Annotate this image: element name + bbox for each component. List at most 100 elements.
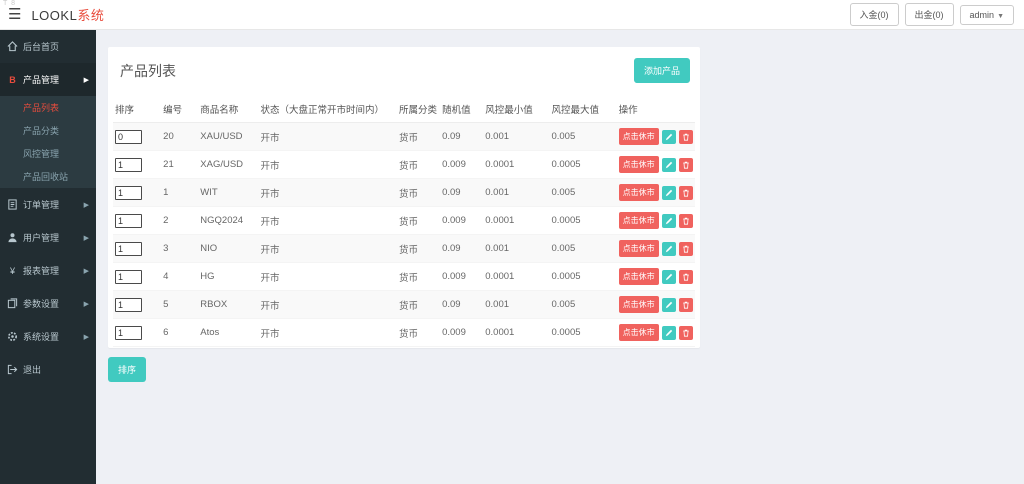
delete-button[interactable] <box>679 158 693 172</box>
sort-order-input[interactable] <box>115 214 142 228</box>
product-risk-max: 0.0005 <box>549 151 616 179</box>
sidebar-subitem-risk-management[interactable]: 风控管理 <box>0 142 96 165</box>
stray-text: T 8 <box>3 0 16 7</box>
product-risk-max: 0.0005 <box>549 263 616 291</box>
top-navbar: T 8 ☰ LOOKL系统 入金(0) 出金(0) admin▼ <box>0 0 1024 30</box>
sort-order-input[interactable] <box>115 158 142 172</box>
delete-button[interactable] <box>679 326 693 340</box>
sidebar-subitem-product-list[interactable]: 产品列表 <box>0 96 96 119</box>
sidebar-item-report-management[interactable]: ¥ 报表管理 ▶ <box>0 254 96 287</box>
edit-button[interactable] <box>662 242 676 256</box>
delete-button[interactable] <box>679 130 693 144</box>
close-market-button[interactable]: 点击休市 <box>619 240 659 257</box>
trash-icon <box>682 273 690 281</box>
product-category: 货币 <box>397 179 440 207</box>
product-risk-min: 0.0001 <box>483 151 549 179</box>
brand-logo[interactable]: LOOKL系统 <box>31 5 104 24</box>
edit-button[interactable] <box>662 298 676 312</box>
sidebar-item-product-management[interactable]: B 产品管理 ▶ <box>0 63 96 96</box>
product-table-body: 20 XAU/USD 开市 货币 0.09 0.001 0.005 点击休市 <box>113 123 695 347</box>
sort-order-input[interactable] <box>115 186 142 200</box>
row-actions: 点击休市 <box>619 240 693 257</box>
product-status: 开市 <box>258 319 396 347</box>
sidebar-item-label: 用户管理 <box>23 231 59 244</box>
delete-button[interactable] <box>679 298 693 312</box>
user-icon <box>7 232 18 243</box>
product-id: 1 <box>161 179 198 207</box>
sort-order-input[interactable] <box>115 270 142 284</box>
table-row: 4 HG 开市 货币 0.009 0.0001 0.0005 点击休市 <box>113 263 695 291</box>
main-content: 产品列表 添加产品 排序 编号 商品名称 状态（大盘正常开市时间内） 所属分类 … <box>96 30 1024 484</box>
trash-icon <box>682 329 690 337</box>
delete-button[interactable] <box>679 214 693 228</box>
pencil-icon <box>665 217 673 225</box>
close-market-button[interactable]: 点击休市 <box>619 156 659 173</box>
close-market-button[interactable]: 点击休市 <box>619 128 659 145</box>
table-row: 2 NGQ2024 开市 货币 0.009 0.0001 0.0005 点击休市 <box>113 207 695 235</box>
sidebar-item-label: 退出 <box>23 363 41 376</box>
product-risk-max: 0.005 <box>549 291 616 319</box>
delete-button[interactable] <box>679 270 693 284</box>
chevron-right-icon: ▶ <box>84 201 89 209</box>
sidebar-item-parameter-settings[interactable]: 参数设置 ▶ <box>0 287 96 320</box>
sidebar-subitem-product-recycle[interactable]: 产品回收站 <box>0 165 96 188</box>
trash-icon <box>682 133 690 141</box>
sort-order-input[interactable] <box>115 130 142 144</box>
sort-submit-button[interactable]: 排序 <box>108 357 146 382</box>
product-category: 货币 <box>397 151 440 179</box>
close-market-button[interactable]: 点击休市 <box>619 268 659 285</box>
pencil-icon <box>665 301 673 309</box>
sidebar-subitem-product-category[interactable]: 产品分类 <box>0 119 96 142</box>
brand-name: LOOKL <box>31 8 77 23</box>
row-actions: 点击休市 <box>619 324 693 341</box>
withdraw-button[interactable]: 出金(0) <box>905 3 954 26</box>
table-row: 21 XAG/USD 开市 货币 0.009 0.0001 0.0005 点击休… <box>113 151 695 179</box>
trash-icon <box>682 189 690 197</box>
deposit-button[interactable]: 入金(0) <box>850 3 899 26</box>
product-name: XAG/USD <box>198 151 258 179</box>
pencil-icon <box>665 273 673 281</box>
sidebar-item-system-settings[interactable]: 系统设置 ▶ <box>0 320 96 353</box>
header-risk-min: 风控最小值 <box>483 96 549 123</box>
product-random-value: 0.009 <box>440 207 483 235</box>
sidebar-item-user-management[interactable]: 用户管理 ▶ <box>0 221 96 254</box>
product-id: 5 <box>161 291 198 319</box>
close-market-button[interactable]: 点击休市 <box>619 212 659 229</box>
product-risk-max: 0.005 <box>549 235 616 263</box>
product-category: 货币 <box>397 123 440 151</box>
row-actions: 点击休市 <box>619 296 693 313</box>
sidebar-item-home[interactable]: 后台首页 <box>0 30 96 63</box>
chevron-down-icon: ▼ <box>997 13 1004 20</box>
product-risk-min: 0.0001 <box>483 319 549 347</box>
close-market-button[interactable]: 点击休市 <box>619 324 659 341</box>
edit-button[interactable] <box>662 186 676 200</box>
sort-order-input[interactable] <box>115 242 142 256</box>
close-market-button[interactable]: 点击休市 <box>619 184 659 201</box>
sort-order-input[interactable] <box>115 326 142 340</box>
edit-button[interactable] <box>662 270 676 284</box>
table-header-row: 排序 编号 商品名称 状态（大盘正常开市时间内） 所属分类 随机值 风控最小值 … <box>113 96 695 123</box>
close-market-button[interactable]: 点击休市 <box>619 296 659 313</box>
edit-button[interactable] <box>662 130 676 144</box>
product-random-value: 0.009 <box>440 151 483 179</box>
sort-order-input[interactable] <box>115 298 142 312</box>
delete-button[interactable] <box>679 242 693 256</box>
edit-button[interactable] <box>662 214 676 228</box>
edit-button[interactable] <box>662 326 676 340</box>
product-category: 货币 <box>397 235 440 263</box>
product-icon: B <box>7 74 18 85</box>
delete-button[interactable] <box>679 186 693 200</box>
hamburger-menu-icon[interactable]: ☰ <box>8 7 21 22</box>
user-dropdown[interactable]: admin▼ <box>960 5 1014 25</box>
product-list-panel: 产品列表 添加产品 排序 编号 商品名称 状态（大盘正常开市时间内） 所属分类 … <box>108 47 700 348</box>
add-product-button[interactable]: 添加产品 <box>634 58 690 83</box>
sidebar-item-order-management[interactable]: 订单管理 ▶ <box>0 188 96 221</box>
pencil-icon <box>665 329 673 337</box>
orders-icon <box>7 199 18 210</box>
row-actions: 点击休市 <box>619 128 693 145</box>
header-risk-max: 风控最大值 <box>549 96 616 123</box>
product-id: 21 <box>161 151 198 179</box>
product-category: 货币 <box>397 207 440 235</box>
sidebar-item-logout[interactable]: 退出 <box>0 353 96 386</box>
edit-button[interactable] <box>662 158 676 172</box>
